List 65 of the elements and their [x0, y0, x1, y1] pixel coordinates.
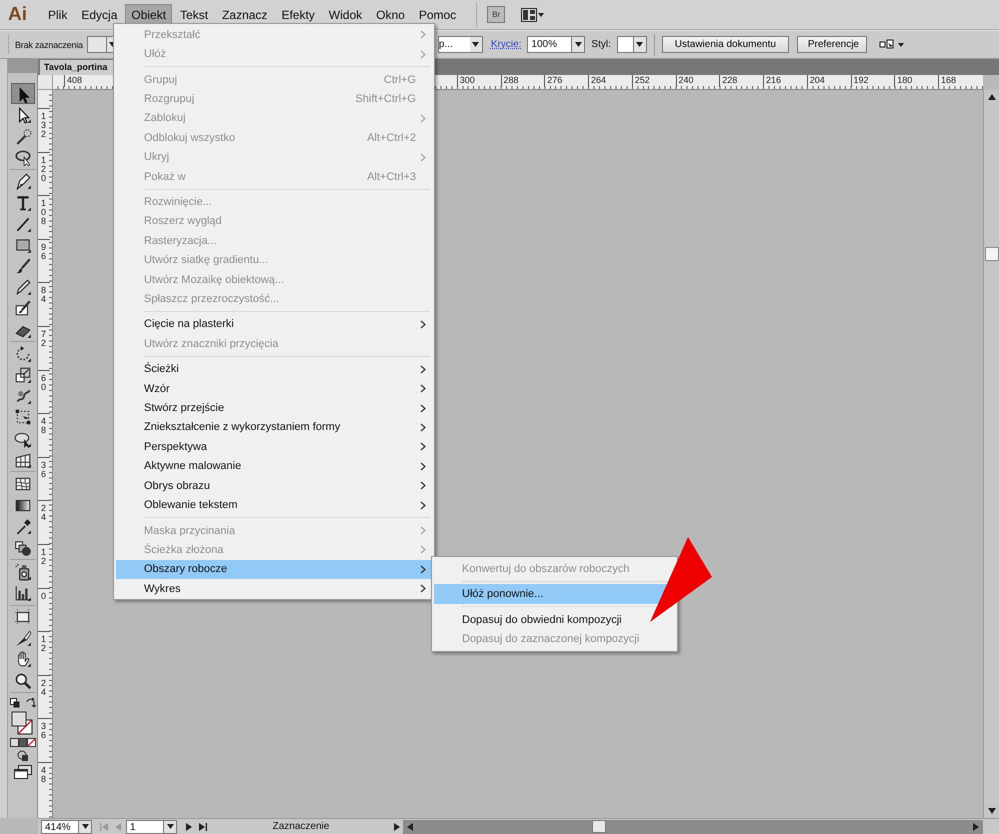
ruler-label: 120: [40, 154, 47, 183]
ruler-label: 180: [894, 75, 938, 87]
ruler-label: 216: [763, 75, 807, 87]
menu-item[interactable]: Wykres: [116, 579, 432, 598]
menu-item[interactable]: Oblewanie tekstem: [116, 495, 432, 515]
ruler-label: 228: [719, 75, 763, 87]
ruler-label: 132: [40, 110, 47, 139]
ruler-label: 36: [40, 720, 47, 740]
menu-item[interactable]: Zniekształcenie z wykorzystaniem formy: [116, 418, 432, 438]
shortcut-text: Ctrl+G: [384, 74, 416, 86]
ruler-label: 192: [850, 75, 894, 87]
menu-item[interactable]: Dopasuj do obwiedni kompozycji: [434, 610, 675, 630]
menu-item[interactable]: Obiekt: [125, 4, 172, 26]
menu-item[interactable]: Stwórz przejście: [116, 398, 432, 418]
bridge-button[interactable]: Br: [487, 6, 506, 23]
menu-item[interactable]: Perspektywa: [116, 437, 432, 457]
ruler-label: 264: [588, 75, 632, 87]
toolbar-button[interactable]: Preferencje: [796, 36, 867, 53]
ruler-label: 288: [500, 75, 544, 87]
ruler-label: 12: [40, 633, 47, 654]
ruler-label: 408: [64, 75, 108, 87]
menu-item[interactable]: Edycja: [75, 4, 124, 26]
ruler-label: 72: [40, 328, 47, 348]
toolbar-button[interactable]: Ustawienia dokumentu: [662, 36, 789, 53]
ruler-label: 96: [40, 240, 47, 261]
menu-item[interactable]: Widok: [322, 4, 368, 26]
menu-item[interactable]: Okno: [370, 4, 411, 26]
ruler-label: 300: [456, 75, 500, 87]
app-logo: Ai: [8, 4, 28, 26]
status-label: Zaznaczenie: [272, 821, 330, 832]
menu-item[interactable]: Tekst: [174, 4, 214, 26]
ruler-label: 276: [544, 75, 588, 87]
ruler-label: 108: [40, 197, 47, 226]
opacity-field[interactable]: 100%: [527, 36, 572, 53]
ruler-label: 24: [40, 676, 47, 697]
menu-item[interactable]: Cięcie na plasterki: [116, 314, 432, 334]
ruler-label: 84: [40, 284, 47, 304]
menu-item[interactable]: Ścieżki: [116, 360, 432, 380]
menu-item[interactable]: Zaznacz: [216, 4, 274, 26]
ruler-label: 36: [40, 458, 47, 479]
menu-item[interactable]: Obszary robocze: [116, 560, 432, 580]
menu-item[interactable]: Efekty: [275, 4, 321, 26]
menu-item[interactable]: Aktywne malowanie: [116, 456, 432, 476]
selection-label: Brak zaznaczenia: [15, 40, 83, 50]
menu-item[interactable]: Pomoc: [412, 4, 462, 26]
ruler-label: 0: [40, 590, 47, 601]
ruler-label: 168: [938, 75, 982, 87]
menu-item[interactable]: Wzór: [116, 379, 432, 398]
zoom-field[interactable]: 414%: [41, 820, 79, 834]
ruler-label: 12: [40, 546, 47, 566]
shortcut-text: Alt+Ctrl+3: [367, 170, 416, 183]
ruler-label: 48: [40, 415, 47, 436]
shortcut-text: Shift+Ctrl+G: [355, 92, 416, 105]
shortcut-text: Alt+Ctrl+2: [367, 132, 416, 144]
ruler-label: 24: [40, 502, 47, 522]
ruler-label: 48: [40, 764, 47, 784]
artboard-field[interactable]: 1: [126, 820, 164, 834]
ruler-label: 240: [676, 75, 720, 87]
menu-item[interactable]: Plik: [42, 4, 74, 26]
ruler-label: 204: [806, 75, 850, 87]
opacity-link[interactable]: Krycie:: [490, 39, 522, 50]
ruler-label: 60: [40, 372, 47, 392]
style-label: Styl:: [591, 39, 611, 50]
menu-item[interactable]: Obrys obrazu: [116, 476, 432, 496]
ruler-label: 252: [632, 75, 676, 87]
